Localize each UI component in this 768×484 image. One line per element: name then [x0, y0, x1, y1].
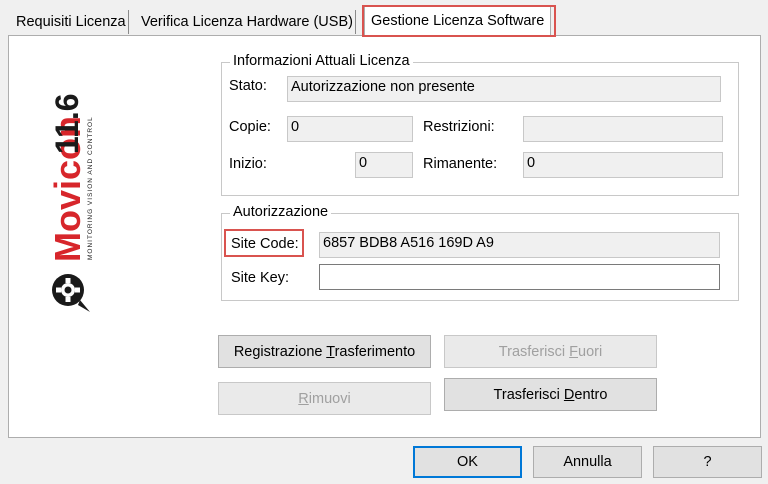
button-label-post: imuovi: [308, 390, 351, 407]
movicon-logo: Movicon 11.6 MONITORING VISION AND CONTR…: [28, 58, 124, 316]
stato-label: Stato:: [229, 78, 267, 94]
tab-label: Requisiti Licenza: [16, 14, 126, 30]
tab-label: Verifica Licenza Hardware (USB): [141, 14, 353, 30]
logo-version-text: 11.6: [49, 93, 85, 154]
stato-field: Autorizzazione non presente: [287, 76, 721, 102]
registrazione-trasferimento-button[interactable]: Registrazione Trasferimento: [218, 335, 431, 368]
license-info-title: Informazioni Attuali Licenza: [230, 53, 413, 69]
inizio-label: Inizio:: [229, 156, 267, 172]
help-button[interactable]: ?: [653, 446, 762, 478]
gear-icon: [52, 274, 90, 312]
button-label-accel: R: [298, 390, 309, 407]
trasferisci-dentro-button[interactable]: Trasferisci Dentro: [444, 378, 657, 411]
movicon-logo-graphic: Movicon 11.6 MONITORING VISION AND CONTR…: [47, 93, 94, 312]
authorization-title: Autorizzazione: [230, 204, 332, 220]
site-code-field: 6857 BDB8 A516 169D A9: [319, 232, 720, 258]
trasferisci-fuori-button[interactable]: Trasferisci Fuori: [444, 335, 657, 368]
site-key-label: Site Key:: [231, 270, 290, 286]
tab-verifica-licenza-hardware[interactable]: Verifica Licenza Hardware (USB): [139, 10, 356, 34]
copie-label: Copie:: [229, 119, 271, 135]
ok-button[interactable]: OK: [413, 446, 522, 478]
button-label-pre: Registrazione: [233, 343, 327, 360]
inizio-field: 0: [355, 152, 413, 178]
site-code-label: Site Code:: [231, 236, 299, 252]
rimanente-label: Rimanente:: [423, 156, 498, 172]
site-key-input[interactable]: [319, 264, 720, 290]
logo-tagline-text: MONITORING VISION AND CONTROL: [87, 116, 94, 260]
button-label-post: uori: [578, 343, 603, 360]
button-label-post: rasferimento: [334, 343, 416, 360]
copie-field: 0: [287, 116, 413, 142]
rimanente-field: 0: [523, 152, 723, 178]
tab-gestione-licenza-software[interactable]: Gestione Licenza Software: [364, 6, 552, 36]
restrizioni-label: Restrizioni:: [423, 119, 495, 135]
button-label-accel: D: [563, 386, 575, 403]
annulla-button[interactable]: Annulla: [533, 446, 642, 478]
button-label-accel: T: [326, 343, 335, 360]
button-label-post: entro: [574, 386, 608, 403]
button-label-pre: Trasferisci: [493, 386, 564, 403]
restrizioni-field: [523, 116, 723, 142]
tab-requisiti-licenza[interactable]: Requisiti Licenza: [14, 10, 129, 34]
rimuovi-button[interactable]: Rimuovi: [218, 382, 431, 415]
tab-label: Gestione Licenza Software: [371, 13, 545, 29]
button-label-accel: F: [569, 343, 579, 360]
button-label-pre: Trasferisci: [498, 343, 570, 360]
